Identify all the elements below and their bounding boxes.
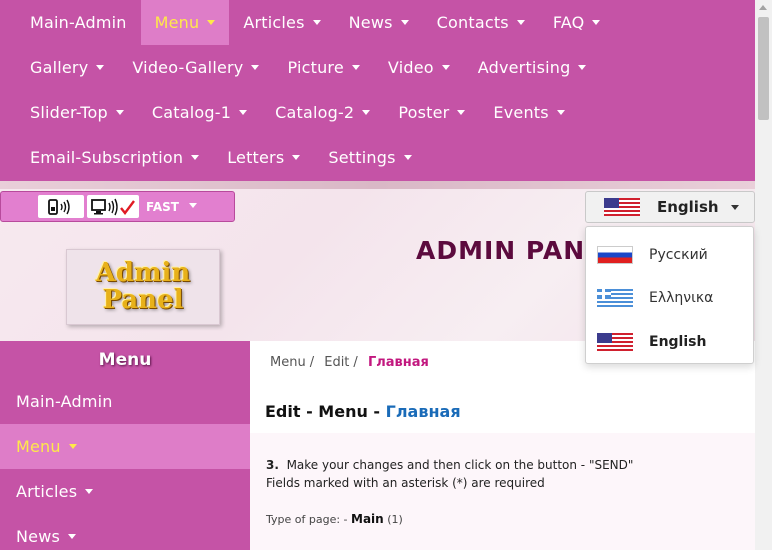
caret-down-icon [188,202,197,208]
caret-down-icon [457,110,466,115]
nav-item-catalog-2[interactable]: Catalog-2 [261,90,384,135]
nav-item-contacts[interactable]: Contacts [423,0,539,45]
sidebar: Menu Main-Admin Menu Articles News [0,341,250,550]
fast-mode-dropdown[interactable]: FAST [146,200,197,214]
sidebar-title: Menu [98,350,152,370]
language-selector[interactable]: English [585,191,755,223]
language-option-greek[interactable]: Ελληνικα [597,287,713,309]
caret-down-icon [351,65,360,70]
nav-item-advertising[interactable]: Advertising [464,45,601,90]
nav-item-articles[interactable]: Articles [229,0,334,45]
nav-item-news[interactable]: News [335,0,423,45]
nav-item-video[interactable]: Video [374,45,464,90]
nav-item-main-admin[interactable]: Main-Admin [16,0,141,45]
caret-down-icon [68,534,77,539]
nav-item-poster[interactable]: Poster [384,90,479,135]
scroll-up-arrow-icon[interactable] [759,5,767,10]
breadcrumb-link-edit[interactable]: Edit [324,355,349,370]
nav-item-video-gallery[interactable]: Video-Gallery [118,45,273,90]
nav-item-menu[interactable]: Menu [140,0,230,45]
nav-item-gallery[interactable]: Gallery [16,45,118,90]
edit-heading: Edit - Menu - Главная [265,402,461,421]
caret-down-icon [85,489,94,494]
us-flag-icon [597,333,633,351]
desktop-device-button[interactable] [87,195,139,218]
us-flag-icon [604,198,640,216]
nav-item-email-subscription[interactable]: Email-Subscription [16,135,213,180]
caret-down-icon [730,204,739,210]
device-toolbar: FAST [0,191,235,222]
caret-down-icon [207,20,216,25]
caret-down-icon [592,20,601,25]
form-instructions: 3. Make your changes and then click on t… [266,458,634,490]
greece-flag-icon [597,289,633,307]
page-type-info: Type of page: - Main (1) [266,512,403,526]
caret-down-icon [292,155,301,160]
russia-flag-icon [597,246,633,264]
nav-item-slider-top[interactable]: Slider-Top [16,90,138,135]
caret-down-icon [191,155,200,160]
mobile-device-button[interactable] [38,195,84,218]
current-language-label: English [657,198,719,216]
caret-down-icon [96,65,105,70]
nav-item-catalog-1[interactable]: Catalog-1 [138,90,261,135]
nav-item-picture[interactable]: Picture [273,45,373,90]
sidebar-item-menu[interactable]: Menu [0,424,250,469]
breadcrumb-link-menu[interactable]: Menu [270,355,306,370]
admin-panel-logo[interactable]: Admin Panel [66,249,220,325]
breadcrumb: Menu / Edit / Главная [270,355,429,370]
caret-down-icon [362,110,371,115]
sidebar-item-articles[interactable]: Articles [0,469,250,514]
mobile-signal-icon [48,198,70,215]
desktop-signal-check-icon [91,198,135,215]
caret-down-icon [115,110,124,115]
nav-item-settings[interactable]: Settings [314,135,425,180]
nav-row-1: Main-Admin Menu Articles News Contacts F… [0,0,755,45]
caret-down-icon [239,110,248,115]
caret-down-icon [400,20,409,25]
nav-item-faq[interactable]: FAQ [539,0,615,45]
caret-down-icon [578,65,587,70]
nav-row-4: Email-Subscription Letters Settings [0,135,755,180]
caret-down-icon [403,155,412,160]
language-dropdown-menu: Русский Ελληνικα English [585,226,754,364]
top-navigation: Main-Admin Menu Articles News Contacts F… [0,0,755,181]
language-option-english[interactable]: English [597,331,706,353]
nav-row-3: Slider-Top Catalog-1 Catalog-2 Poster Ev… [0,90,755,135]
caret-down-icon [312,20,321,25]
caret-down-icon [516,20,525,25]
caret-down-icon [441,65,450,70]
caret-down-icon [251,65,260,70]
page-scrollbar[interactable] [755,0,772,550]
sidebar-item-news[interactable]: News [0,514,250,550]
nav-row-2: Gallery Video-Gallery Picture Video Adve… [0,45,755,90]
sidebar-item-main-admin[interactable]: Main-Admin [0,379,250,424]
breadcrumb-current: Главная [367,355,429,370]
scrollbar-thumb[interactable] [758,17,769,120]
nav-item-letters[interactable]: Letters [213,135,314,180]
nav-item-events[interactable]: Events [479,90,578,135]
language-option-russian[interactable]: Русский [597,244,708,266]
caret-down-icon [68,444,77,449]
caret-down-icon [556,110,565,115]
